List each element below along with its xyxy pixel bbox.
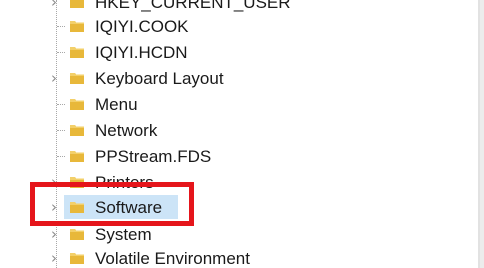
chevron-right-icon[interactable]: › bbox=[47, 174, 61, 190]
tree-item-iqiyi-cook[interactable]: IQIYI.COOK bbox=[0, 14, 440, 38]
tree-item-software[interactable]: › Software bbox=[0, 195, 440, 219]
registry-tree: › HKEY_CURRENT_USER IQIYI.COOK IQIYI.HCD… bbox=[0, 0, 478, 268]
folder-icon bbox=[69, 148, 85, 163]
tree-item-label: IQIYI.COOK bbox=[95, 17, 189, 36]
tree-item-label: Printers bbox=[95, 173, 154, 192]
tree-item-system[interactable]: › System bbox=[0, 222, 440, 246]
chevron-right-icon[interactable]: › bbox=[47, 0, 61, 10]
tree-item-ppstream-fds[interactable]: PPStream.FDS bbox=[0, 144, 440, 168]
folder-icon bbox=[69, 70, 85, 85]
tree-item-iqiyi-hcdn[interactable]: IQIYI.HCDN bbox=[0, 40, 440, 64]
tree-connector bbox=[57, 156, 65, 157]
tree-item-network[interactable]: Network bbox=[0, 118, 440, 142]
folder-icon bbox=[69, 226, 85, 241]
folder-icon bbox=[69, 44, 85, 59]
tree-connector bbox=[57, 26, 65, 27]
chevron-right-icon[interactable]: › bbox=[47, 250, 61, 266]
tree-item-hkey-current-user[interactable]: › HKEY_CURRENT_USER bbox=[0, 0, 440, 14]
tree-connector bbox=[57, 104, 65, 105]
tree-item-printers[interactable]: › Printers bbox=[0, 170, 440, 194]
tree-item-label: Network bbox=[95, 121, 158, 140]
tree-item-label: Volatile Environment bbox=[95, 249, 250, 268]
folder-icon bbox=[69, 18, 85, 33]
folder-icon bbox=[69, 250, 85, 265]
tree-item-label: System bbox=[95, 225, 152, 244]
tree-item-label: PPStream.FDS bbox=[95, 147, 212, 166]
tree-connector bbox=[57, 130, 65, 131]
tree-item-menu[interactable]: Menu bbox=[0, 92, 440, 116]
folder-icon bbox=[69, 199, 85, 214]
tree-item-label: IQIYI.HCDN bbox=[95, 43, 188, 62]
chevron-right-icon[interactable]: › bbox=[47, 70, 61, 86]
tree-item-label: HKEY_CURRENT_USER bbox=[95, 0, 291, 12]
tree-connector bbox=[57, 52, 65, 53]
folder-icon bbox=[69, 122, 85, 137]
tree-item-label: Software bbox=[95, 198, 163, 217]
tree-item-label: Keyboard Layout bbox=[95, 69, 224, 88]
chevron-right-icon[interactable]: › bbox=[47, 199, 61, 215]
folder-icon bbox=[69, 96, 85, 111]
tree-item-volatile-environment[interactable]: › Volatile Environment bbox=[0, 246, 440, 268]
chevron-right-icon[interactable]: › bbox=[47, 226, 61, 242]
tree-item-label: Menu bbox=[95, 95, 138, 114]
tree-item-keyboard-layout[interactable]: › Keyboard Layout bbox=[0, 66, 440, 90]
folder-icon bbox=[69, 174, 85, 189]
registry-tree-panel: › HKEY_CURRENT_USER IQIYI.COOK IQIYI.HCD… bbox=[0, 0, 480, 268]
folder-icon bbox=[69, 0, 85, 9]
